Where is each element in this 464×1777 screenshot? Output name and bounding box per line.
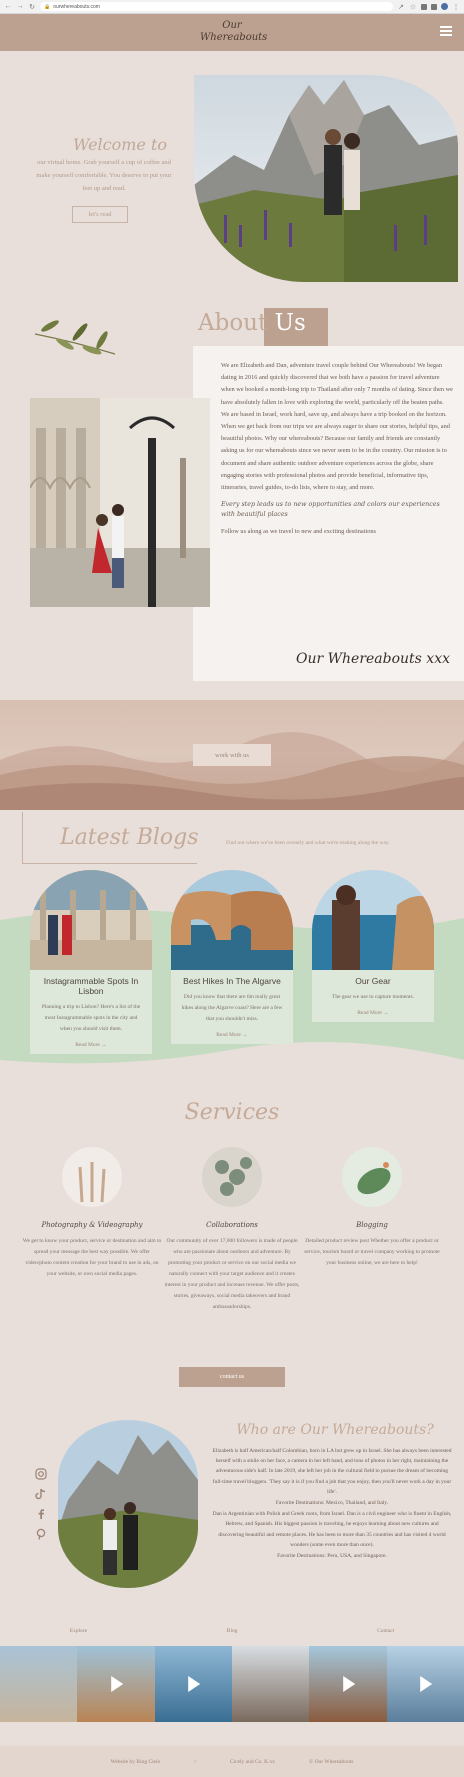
eucalyptus-icon: [202, 1147, 262, 1207]
about-quote: Every step leads us to new opportunities…: [221, 501, 440, 519]
blog-card-title[interactable]: Best Hikes In The Algarve: [179, 976, 285, 986]
services-section: Services Photography & Videography We ge…: [0, 1090, 464, 1400]
footer-link-blog[interactable]: Blog: [227, 1628, 238, 1634]
feed-tile-video[interactable]: [77, 1646, 155, 1722]
pampas-grass-icon: [62, 1147, 122, 1207]
service-description: Detailed product review post Whether you…: [304, 1238, 440, 1266]
address-bar[interactable]: 🔒 ourwhereabouts.com: [40, 2, 393, 11]
welcome-title: Welcome to: [72, 135, 168, 154]
forward-icon[interactable]: →: [16, 3, 24, 10]
about-signature: Our Whereabouts xxx: [295, 651, 450, 667]
who-are-section: Who are Our Whereabouts? Elizabeth is ha…: [0, 1400, 464, 1622]
footer-credit[interactable]: Cicely and Co. K.xx: [230, 1759, 275, 1765]
instagram-feed: [0, 1640, 464, 1746]
services-title: Services: [184, 1100, 280, 1125]
read-more-link[interactable]: Read More →: [320, 1010, 426, 1016]
blog-card-excerpt: Planning a trip to Lisbon? Here's a list…: [41, 1004, 141, 1032]
footer-separator: /: [194, 1758, 196, 1765]
share-icon[interactable]: ↗: [397, 3, 405, 11]
blog-card-title[interactable]: Our Gear: [320, 976, 426, 986]
play-icon: [188, 1676, 201, 1692]
profile-avatar[interactable]: [441, 3, 448, 10]
service-name: Photography & Videography: [41, 1221, 143, 1229]
star-icon[interactable]: ☆: [409, 3, 417, 11]
feed-tile[interactable]: [0, 1646, 78, 1722]
welcome-section: Welcome to our virtual home. Grab yourse…: [0, 51, 464, 300]
blog-card-lisbon[interactable]: Instagrammable Spots In Lisbon Planning …: [30, 870, 152, 1054]
menu-hamburger-icon[interactable]: [440, 26, 452, 36]
lets-read-button[interactable]: let's read: [72, 206, 128, 223]
service-collaborations: Collaborations Our community of over 17,…: [162, 1147, 302, 1313]
feed-tile-video[interactable]: [386, 1646, 464, 1722]
reload-icon[interactable]: ↻: [28, 3, 36, 11]
service-description: We get to know your product, service or …: [22, 1238, 162, 1277]
about-paragraph: We are Elizabeth and Dan, adventure trav…: [221, 362, 453, 492]
back-icon[interactable]: ←: [4, 3, 12, 10]
tiktok-icon[interactable]: [35, 1488, 47, 1500]
about-card: We are Elizabeth and Dan, adventure trav…: [193, 346, 464, 681]
feed-tile-video[interactable]: [154, 1646, 232, 1722]
blog-card-gear[interactable]: Our Gear The gear we use to capture mome…: [312, 870, 434, 1022]
play-icon: [420, 1676, 433, 1692]
play-icon: [343, 1676, 356, 1692]
url-text: ourwhereabouts.com: [53, 3, 100, 10]
gear-photo: [312, 870, 434, 970]
footer-copyright: © Our Whereabouts: [309, 1758, 354, 1765]
pinterest-icon[interactable]: [35, 1528, 47, 1540]
blog-card-title[interactable]: Instagrammable Spots In Lisbon: [38, 976, 144, 996]
browser-chrome: ← → ↻ 🔒 ourwhereabouts.com ↗ ☆ ⋮: [0, 0, 464, 14]
algarve-photo: [171, 870, 293, 970]
who-are-text: Elizabeth is half American/half Colombia…: [212, 1448, 452, 1560]
service-description: Our community of over 17,000 followers i…: [164, 1238, 300, 1310]
feed-tile[interactable]: [231, 1646, 310, 1722]
footer-link-contact[interactable]: Contact: [377, 1628, 394, 1634]
lock-icon: 🔒: [44, 3, 51, 10]
play-icon: [111, 1676, 124, 1692]
facebook-icon[interactable]: [35, 1508, 47, 1520]
latest-blogs-title: Latest Blogs: [60, 825, 199, 850]
blog-card-algarve[interactable]: Best Hikes In The Algarve Did you know t…: [171, 870, 293, 1044]
contact-us-button[interactable]: contact us: [179, 1367, 285, 1387]
service-photography: Photography & Videography We get to know…: [22, 1147, 162, 1280]
work-with-us-banner: work with us: [0, 700, 464, 810]
olive-branch-icon: [34, 320, 116, 355]
instagram-icon[interactable]: [35, 1468, 47, 1480]
service-blogging: Blogging Detailed product review post Wh…: [302, 1147, 442, 1269]
site-logo[interactable]: Our Whereabouts: [200, 20, 267, 44]
about-title: About Us: [198, 310, 306, 336]
footer-bottom-bar: Website by Bing Cielo / Cicely and Co. K…: [0, 1746, 464, 1777]
blog-card-excerpt: The gear we use to capture moments.: [331, 994, 414, 1000]
read-more-link[interactable]: Read More →: [179, 1032, 285, 1038]
welcome-text: our virtual home. Grab yourself a cup of…: [36, 159, 172, 192]
footer-credit[interactable]: Website by Bing Cielo: [111, 1759, 161, 1765]
extension-icon[interactable]: [421, 3, 427, 10]
extension-icon[interactable]: [431, 3, 437, 10]
footer-link-explore[interactable]: Explore: [70, 1628, 87, 1634]
about-section: About Us We are Elizabeth and Dan, adven…: [0, 300, 464, 700]
hero-mountain-photo: [194, 75, 458, 282]
latest-blogs-section: Latest Blogs Find out where we've been r…: [0, 810, 464, 1110]
blog-card-excerpt: Did you know that there are 6m really gr…: [181, 994, 283, 1022]
venice-couple-photo: [30, 398, 210, 607]
feed-tile-video[interactable]: [309, 1646, 387, 1722]
lisbon-photo: [30, 870, 152, 970]
site-header: Our Whereabouts: [0, 14, 464, 51]
footer-nav: Explore Blog Contact: [0, 1622, 464, 1640]
cactus-icon: [342, 1147, 402, 1207]
service-name: Collaborations: [206, 1221, 258, 1229]
read-more-link[interactable]: Read More →: [38, 1042, 144, 1048]
about-follow: Follow us along as we travel to new and …: [221, 528, 376, 536]
who-are-title: Who are Our Whereabouts?: [236, 1422, 434, 1438]
dolomites-couple-photo: [58, 1420, 198, 1588]
work-with-us-button[interactable]: work with us: [193, 744, 271, 766]
menu-dots-icon[interactable]: ⋮: [452, 3, 460, 11]
service-name: Blogging: [356, 1221, 388, 1229]
latest-blogs-subtitle: Find out where we've been recently and w…: [226, 840, 390, 846]
